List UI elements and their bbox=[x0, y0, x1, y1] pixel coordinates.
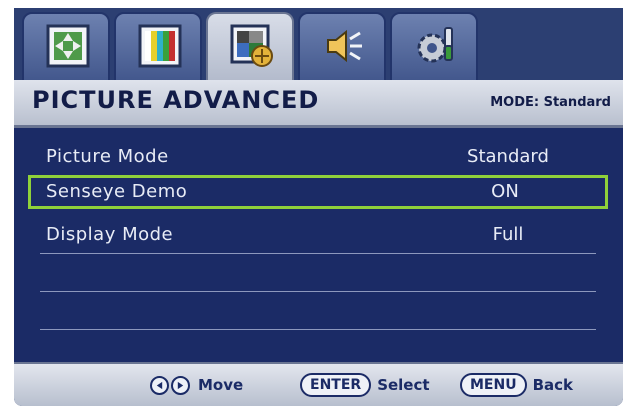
speaker-icon bbox=[327, 29, 362, 63]
menu-row-senseye-demo[interactable]: Senseye Demo ON bbox=[28, 175, 608, 209]
row-label: Display Mode bbox=[46, 224, 174, 245]
mode-indicator: MODE: Standard bbox=[490, 95, 611, 110]
menu-key[interactable]: MENU bbox=[460, 373, 527, 397]
move-hint: Move bbox=[150, 373, 243, 397]
back-label: Back bbox=[532, 376, 574, 394]
row-divider bbox=[40, 253, 596, 254]
select-hint: ENTER Select bbox=[300, 373, 430, 397]
menu-row-empty bbox=[40, 258, 596, 292]
menu-row-empty bbox=[40, 296, 596, 330]
tab-picture-advanced[interactable] bbox=[206, 12, 294, 90]
row-value: Full bbox=[492, 224, 524, 245]
tab-color[interactable] bbox=[114, 12, 202, 88]
tab-audio[interactable] bbox=[298, 12, 386, 88]
row-label: Senseye Demo bbox=[46, 181, 188, 202]
select-label: Select bbox=[377, 376, 430, 394]
menu-header: PICTURE ADVANCED MODE: Standard bbox=[14, 80, 623, 128]
control-hints: Move ENTER Select MENU Back bbox=[14, 362, 623, 406]
enter-key[interactable]: ENTER bbox=[300, 373, 372, 397]
tab-system[interactable] bbox=[390, 12, 478, 88]
page-title: PICTURE ADVANCED bbox=[32, 86, 320, 114]
system-settings-icon bbox=[417, 27, 453, 63]
row-label: Picture Mode bbox=[46, 146, 169, 167]
left-arrow-key-icon[interactable] bbox=[150, 375, 169, 395]
picture-advanced-icon bbox=[230, 24, 273, 67]
color-bars-icon bbox=[138, 24, 182, 68]
move-label: Move bbox=[198, 376, 244, 394]
back-hint: MENU Back bbox=[460, 373, 573, 397]
tab-picture[interactable] bbox=[22, 12, 110, 88]
picture-adjust-icon bbox=[46, 24, 90, 68]
row-divider bbox=[40, 329, 596, 330]
row-value: Standard bbox=[467, 146, 549, 167]
row-value: ON bbox=[491, 181, 519, 202]
osd-panel: PICTURE ADVANCED MODE: Standard Picture … bbox=[14, 80, 623, 406]
menu-row-display-mode[interactable]: Display Mode Full bbox=[40, 220, 596, 254]
row-divider bbox=[40, 291, 596, 292]
tab-bar bbox=[14, 8, 623, 90]
right-arrow-key-icon[interactable] bbox=[171, 375, 190, 395]
menu-row-picture-mode[interactable]: Picture Mode Standard bbox=[40, 142, 596, 176]
